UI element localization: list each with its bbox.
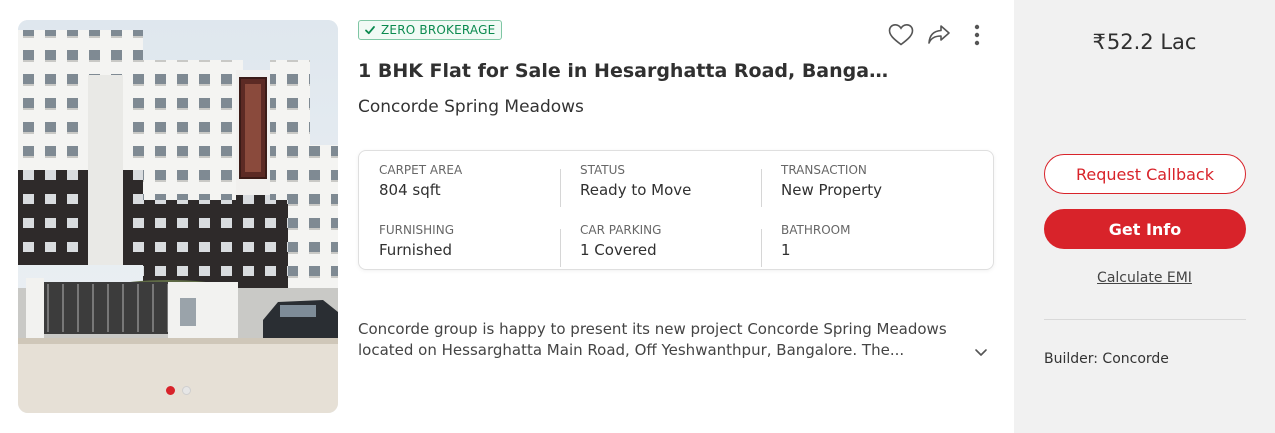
listing-actions [886,20,992,50]
more-options-button[interactable] [962,20,992,50]
summary-value: Furnished [379,241,452,259]
property-summary: CARPET AREA 804 sqft STATUS Ready to Mov… [358,150,994,270]
share-icon [928,25,950,44]
price-panel: ₹52.2 Lac Request Callback Get Info Calc… [1014,0,1275,433]
calculate-emi-link[interactable]: Calculate EMI [1014,270,1275,286]
get-info-button[interactable]: Get Info [1044,209,1246,249]
badge-label: ZERO BROKERAGE [381,23,496,37]
summary-value: 1 Covered [580,241,657,259]
summary-furnishing: FURNISHING Furnished [359,223,559,267]
price-value: 52.2 Lac [1106,30,1197,54]
summary-value: Ready to Move [580,181,692,199]
description-line-2: located on Hessarghatta Main Road, Off Y… [358,341,905,359]
listing-description: Concorde group is happy to present its n… [358,319,968,361]
summary-bathroom: BATHROOM 1 [761,223,961,267]
property-listing-card: ZERO BROKERAGE 1 BHK Flat for Sale in He… [0,0,1275,433]
summary-label: BATHROOM [781,223,851,237]
builder-name: Builder: Concorde [1044,351,1169,367]
kebab-menu-icon [974,24,980,46]
expand-description-button[interactable] [972,343,990,361]
summary-value: 1 [781,241,791,259]
summary-label: TRANSACTION [781,163,867,177]
panel-divider [1044,319,1246,320]
summary-status: STATUS Ready to Move [560,163,760,207]
summary-transaction: TRANSACTION New Property [761,163,961,207]
summary-car-parking: CAR PARKING 1 Covered [560,223,760,267]
summary-carpet-area: CARPET AREA 804 sqft [359,163,559,207]
request-callback-button[interactable]: Request Callback [1044,154,1246,194]
price: ₹52.2 Lac [1014,30,1275,54]
carousel-dot[interactable] [181,386,191,395]
listing-title[interactable]: 1 BHK Flat for Sale in Hesarghatta Road,… [358,60,893,82]
carousel-dot-active[interactable] [165,386,175,395]
share-button[interactable] [924,20,954,50]
check-icon [365,26,375,35]
zero-brokerage-badge: ZERO BROKERAGE [358,20,503,40]
shortlist-button[interactable] [886,20,916,50]
property-photo-carousel[interactable] [18,20,338,413]
heart-icon [888,23,914,46]
carousel-indicator [18,386,338,395]
chevron-down-icon [975,349,987,356]
summary-value: New Property [781,181,882,199]
society-name[interactable]: Concorde Spring Meadows [358,97,584,117]
summary-value: 804 sqft [379,181,441,199]
summary-label: CARPET AREA [379,163,463,177]
rupee-icon: ₹ [1092,30,1106,54]
description-line-1: Concorde group is happy to present its n… [358,320,947,338]
summary-label: STATUS [580,163,626,177]
summary-label: FURNISHING [379,223,454,237]
building-photo [18,20,338,413]
summary-label: CAR PARKING [580,223,662,237]
